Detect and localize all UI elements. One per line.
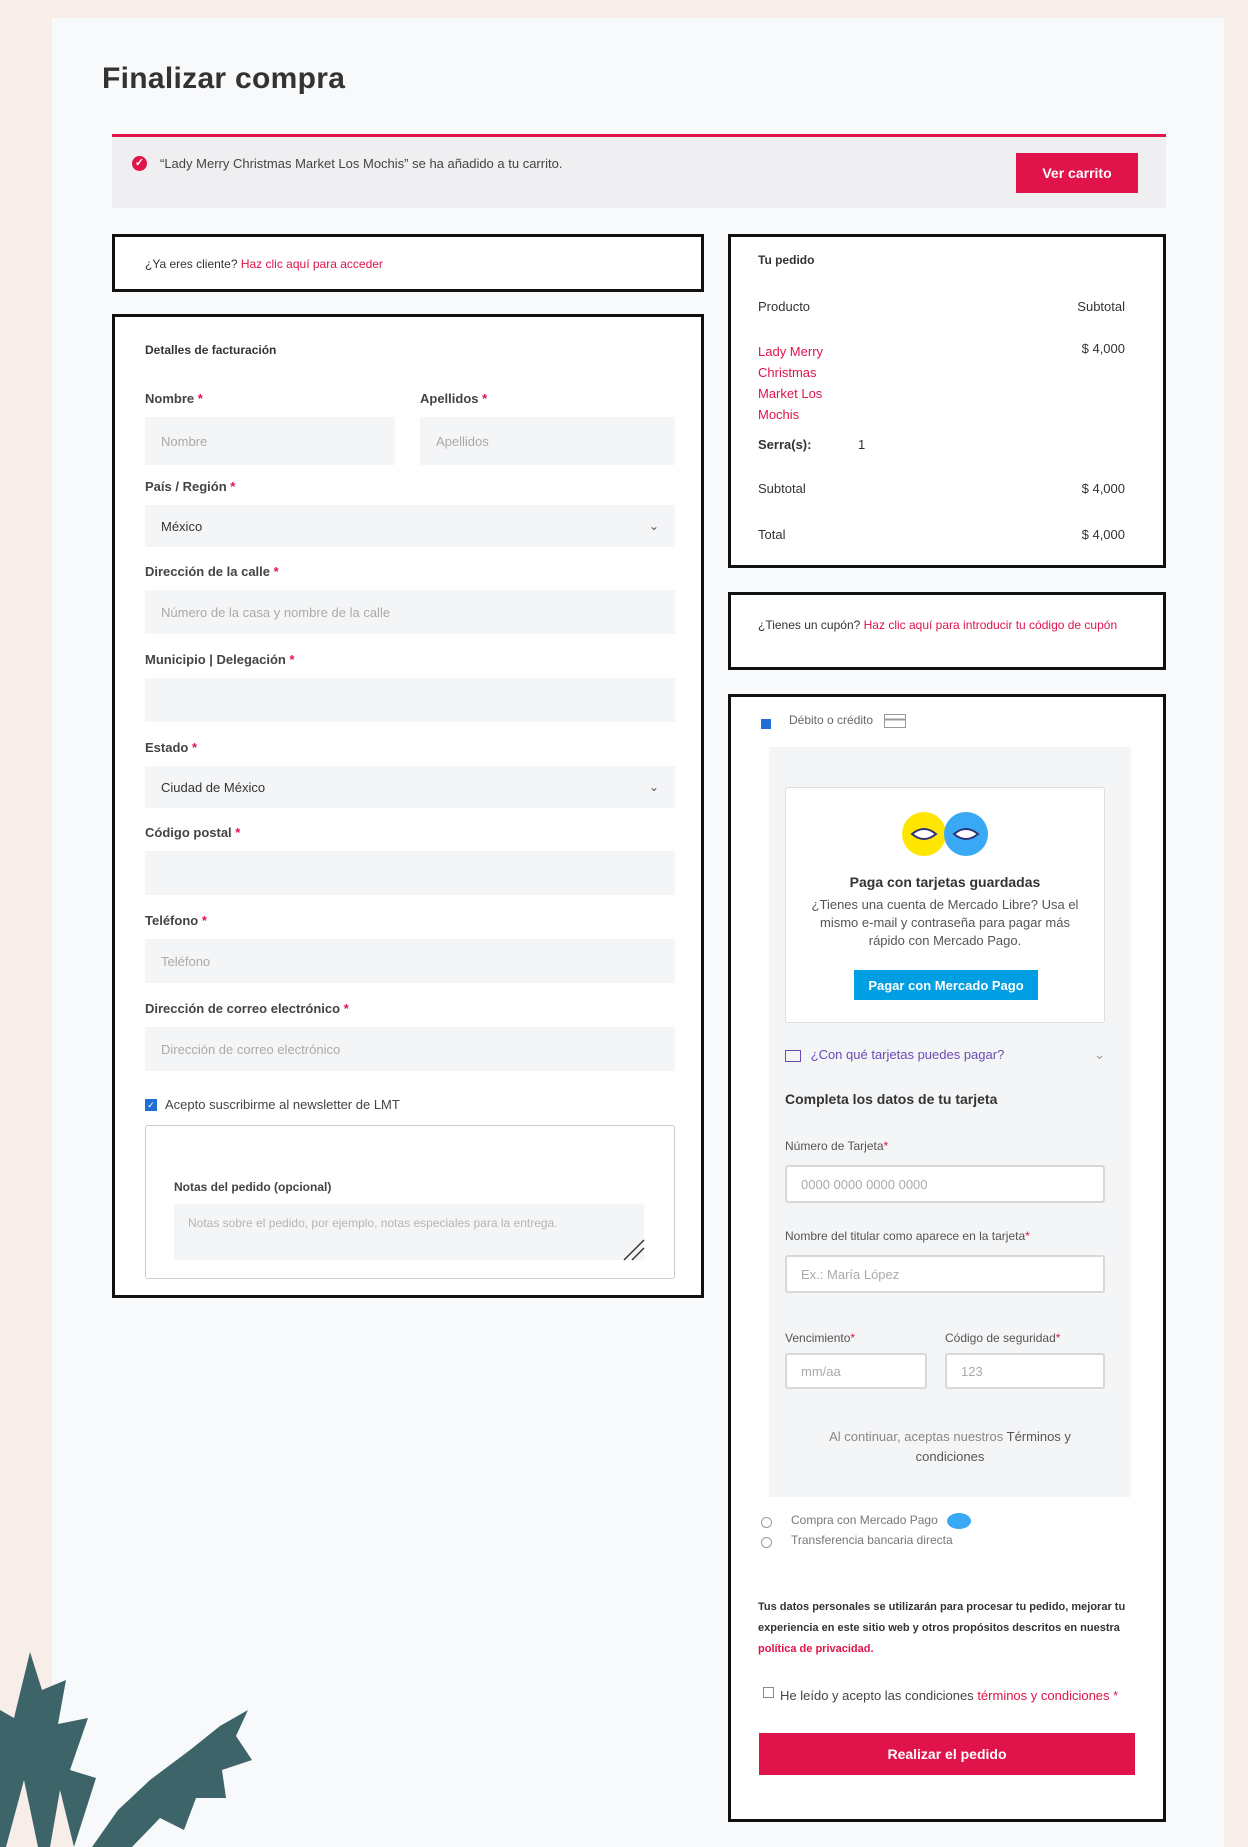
col-subtotal: Subtotal bbox=[1077, 299, 1125, 314]
cvv-input[interactable]: 123 bbox=[945, 1353, 1105, 1389]
mercado-pago-icon bbox=[947, 1513, 972, 1529]
card-number-label: Número de Tarjeta* bbox=[785, 1139, 889, 1153]
accept-terms-label: He leído y acepto las condiciones términ… bbox=[780, 1688, 1119, 1703]
email-label: Dirección de correo electrónico * bbox=[145, 1001, 349, 1016]
mercado-pago-method-label: Compra con Mercado Pago bbox=[791, 1513, 972, 1529]
state-value: Ciudad de México bbox=[161, 779, 266, 795]
country-select[interactable]: México ⌄ bbox=[145, 505, 675, 547]
item-price: $ 4,000 bbox=[1081, 341, 1125, 356]
page-title: Finalizar compra bbox=[102, 62, 346, 95]
mercado-pago-radio[interactable] bbox=[761, 1517, 772, 1528]
municipality-input[interactable] bbox=[145, 678, 675, 722]
saved-cards-box: Paga con tarjetas guardadas ¿Tienes una … bbox=[785, 787, 1105, 1023]
phone-label: Teléfono * bbox=[145, 913, 207, 928]
total-row: Total $ 4,000 bbox=[758, 527, 1125, 542]
card-form-title: Completa los datos de tu tarjeta bbox=[785, 1091, 998, 1107]
login-link[interactable]: Haz clic aquí para acceder bbox=[241, 257, 383, 271]
privacy-policy-link[interactable]: política de privacidad. bbox=[758, 1643, 874, 1655]
login-prompt: ¿Ya eres cliente? Haz clic aquí para acc… bbox=[112, 234, 704, 292]
privacy-notice: Tus datos personales se utilizarán para … bbox=[758, 1601, 1126, 1655]
state-label: Estado * bbox=[145, 740, 198, 755]
view-cart-button[interactable]: Ver carrito bbox=[1016, 153, 1138, 193]
card-method-radio[interactable] bbox=[761, 719, 771, 729]
billing-details: Detalles de facturación Nombre * Nombre … bbox=[112, 314, 704, 1298]
first-name-label: Nombre * bbox=[145, 391, 203, 406]
col-product: Producto bbox=[758, 299, 811, 314]
card-icon bbox=[785, 1049, 801, 1062]
login-prompt-text: ¿Ya eres cliente? bbox=[145, 257, 238, 271]
country-label: País / Región * bbox=[145, 479, 236, 494]
notice-text: “Lady Merry Christmas Market Los Mochis”… bbox=[160, 156, 563, 171]
first-name-input[interactable]: Nombre bbox=[145, 417, 395, 465]
billing-title: Detalles de facturación bbox=[145, 343, 277, 357]
payment-methods: Débito o crédito Paga con tarjetas guard… bbox=[728, 694, 1166, 1822]
country-value: México bbox=[161, 518, 203, 534]
bank-transfer-radio[interactable] bbox=[761, 1537, 772, 1548]
postcode-input[interactable] bbox=[145, 851, 675, 895]
place-order-button[interactable]: Realizar el pedido bbox=[759, 1733, 1135, 1775]
order-header: Producto Subtotal bbox=[758, 299, 1125, 314]
newsletter-checkbox[interactable]: ✓ bbox=[145, 1099, 157, 1111]
holly-leaves-decoration bbox=[0, 1652, 252, 1847]
item-meta: Serra(s): 1 bbox=[758, 437, 866, 452]
saved-cards-desc: ¿Tienes una cuenta de Mercado Libre? Usa… bbox=[811, 897, 1079, 948]
saved-cards-title: Paga con tarjetas guardadas bbox=[849, 874, 1041, 890]
order-title: Tu pedido bbox=[758, 253, 815, 267]
phone-input[interactable]: Teléfono bbox=[145, 939, 675, 983]
mercado-pago-logos-icon bbox=[902, 812, 988, 856]
postcode-label: Código postal * bbox=[145, 825, 241, 840]
cvv-label: Código de seguridad* bbox=[945, 1331, 1061, 1345]
holder-input[interactable]: Ex.: María López bbox=[785, 1255, 1105, 1293]
chevron-down-icon: ⌄ bbox=[648, 780, 659, 794]
last-name-label: Apellidos * bbox=[420, 391, 488, 406]
last-name-input[interactable]: Apellidos bbox=[420, 417, 675, 465]
notes-textarea[interactable]: Notas sobre el pedido, por ejemplo, nota… bbox=[174, 1204, 644, 1260]
municipality-label: Municipio | Delegación * bbox=[145, 652, 295, 667]
bank-transfer-label: Transferencia bancaria directa bbox=[791, 1533, 953, 1547]
order-item: Lady Merry Christmas Market Los Mochis $… bbox=[758, 341, 1125, 425]
mp-terms: Al continuar, aceptas nuestros Términos … bbox=[829, 1429, 1071, 1464]
expiry-input[interactable]: mm/aa bbox=[785, 1353, 927, 1389]
state-select[interactable]: Ciudad de México ⌄ bbox=[145, 766, 675, 808]
resize-handle-icon[interactable] bbox=[622, 1238, 646, 1262]
coupon-prompt-text: ¿Tienes un cupón? bbox=[758, 618, 861, 632]
coupon-prompt: ¿Tienes un cupón? Haz clic aquí para int… bbox=[728, 592, 1166, 670]
card-number-input[interactable]: 0000 0000 0000 0000 bbox=[785, 1165, 1105, 1203]
email-input[interactable]: Dirección de correo electrónico bbox=[145, 1027, 675, 1071]
check-icon: ✓ bbox=[132, 156, 147, 171]
subtotal-row: Subtotal $ 4,000 bbox=[758, 481, 1125, 496]
card-method-label: Débito o crédito bbox=[789, 713, 907, 728]
street-input[interactable]: Número de la casa y nombre de la calle bbox=[145, 590, 675, 634]
chevron-down-icon: ⌄ bbox=[648, 519, 659, 533]
terms-link[interactable]: términos y condiciones bbox=[977, 1688, 1109, 1703]
mercado-pago-card-panel: Paga con tarjetas guardadas ¿Tienes una … bbox=[769, 747, 1131, 1497]
expiry-label: Vencimiento* bbox=[785, 1331, 856, 1345]
order-notes: Notas del pedido (opcional) Notas sobre … bbox=[145, 1125, 675, 1279]
coupon-link[interactable]: Haz clic aquí para introducir tu código … bbox=[864, 618, 1117, 632]
pay-with-mercado-pago-button[interactable]: Pagar con Mercado Pago bbox=[854, 970, 1038, 1000]
item-name[interactable]: Lady Merry Christmas Market Los Mochis bbox=[758, 341, 1125, 425]
chevron-down-icon: ⌄ bbox=[1094, 1047, 1105, 1062]
holder-label: Nombre del titular como aparece en la ta… bbox=[785, 1229, 1030, 1243]
notes-label: Notas del pedido (opcional) bbox=[174, 1180, 332, 1194]
credit-card-icon bbox=[884, 713, 907, 728]
newsletter-label: Acepto suscribirme al newsletter de LMT bbox=[165, 1097, 400, 1112]
which-cards-toggle[interactable]: ¿Con qué tarjetas puedes pagar? ⌄ bbox=[785, 1047, 1105, 1062]
order-summary: Tu pedido Producto Subtotal Lady Merry C… bbox=[728, 234, 1166, 568]
street-label: Dirección de la calle * bbox=[145, 564, 279, 579]
cart-notice: ✓ “Lady Merry Christmas Market Los Mochi… bbox=[112, 134, 1166, 208]
